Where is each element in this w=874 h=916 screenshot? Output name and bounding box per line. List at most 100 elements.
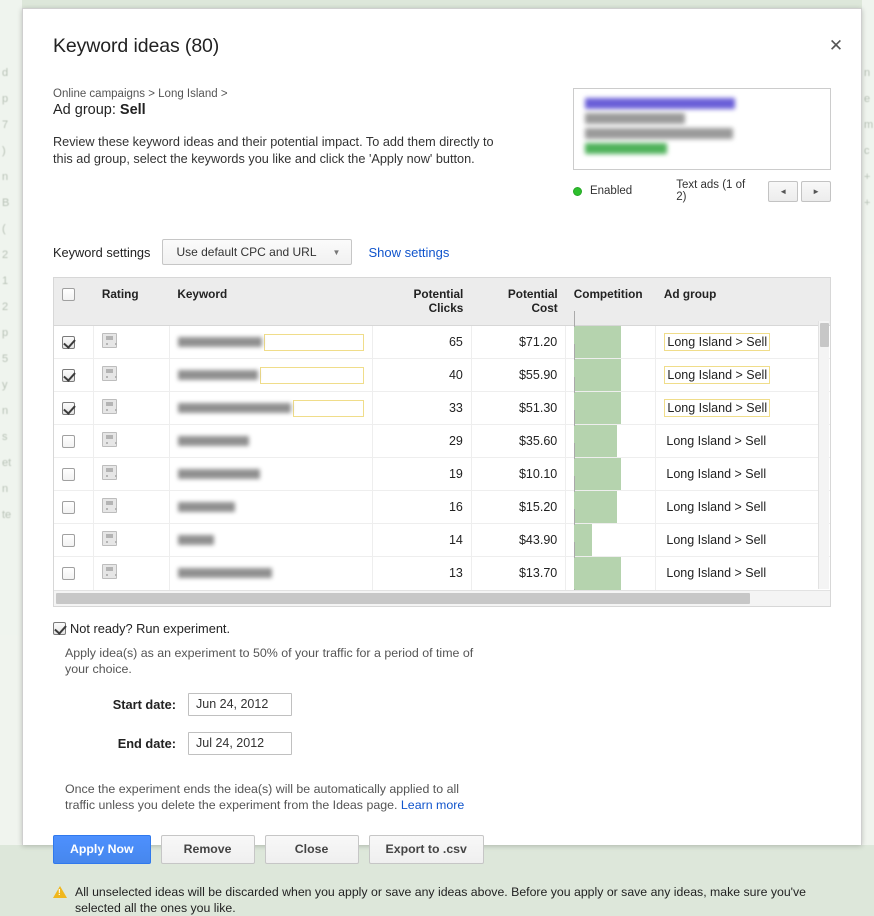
th-rating[interactable]: Rating <box>94 278 170 326</box>
rating-icon <box>102 399 117 414</box>
competition-bar-fill <box>574 359 621 391</box>
keyword-ideas-table: Rating Keyword Potential Clicks Potentia… <box>54 278 830 590</box>
keyword-text-redacted <box>178 535 214 545</box>
background-text-fragment: 5 <box>0 346 22 372</box>
close-icon[interactable]: ✕ <box>823 33 849 59</box>
row-select-cell <box>54 326 94 359</box>
row-keyword-cell[interactable] <box>169 326 372 359</box>
row-select-cell <box>54 524 94 557</box>
rating-icon <box>102 366 117 381</box>
row-rating-cell <box>94 524 170 557</box>
row-adgroup[interactable]: Long Island > Sell <box>656 557 830 590</box>
row-adgroup[interactable]: Long Island > Sell <box>656 326 830 359</box>
background-text-fragment: p <box>0 86 22 112</box>
ad-preview-box <box>573 88 831 170</box>
th-potential-cost[interactable]: Potential Cost <box>471 278 565 326</box>
th-competition[interactable]: Competition <box>566 278 656 326</box>
rating-icon <box>102 564 117 579</box>
th-potential-clicks[interactable]: Potential Clicks <box>373 278 472 326</box>
adgroup-value: Long Island > Sell <box>664 333 770 351</box>
competition-bar-fill <box>574 557 621 590</box>
competition-bar-fill <box>574 458 621 490</box>
keyword-edit-field[interactable] <box>260 367 364 384</box>
adgroup-value: Long Island > Sell <box>664 366 770 384</box>
row-potential-cost: $13.70 <box>471 557 565 590</box>
th-adgroup[interactable]: Ad group <box>656 278 830 326</box>
row-competition <box>566 491 656 524</box>
start-date-row: Start date: <box>53 693 831 716</box>
background-text-fragment: m <box>862 112 874 138</box>
row-keyword-cell[interactable] <box>169 392 372 425</box>
adgroup-prefix: Ad group: <box>53 102 116 118</box>
remove-button[interactable]: Remove <box>161 835 255 864</box>
keyword-edit-field[interactable] <box>264 334 364 351</box>
table-horizontal-scroll-thumb[interactable] <box>56 593 750 604</box>
ad-line1-redacted <box>585 113 685 124</box>
dialog-header-left: Online campaigns > Long Island > Ad grou… <box>53 88 523 168</box>
apply-now-button[interactable]: Apply Now <box>53 835 151 864</box>
background-text-fragment: ) <box>0 138 22 164</box>
table-row: 16$15.20Long Island > Sell <box>54 491 830 524</box>
ad-count-label: Text ads (1 of 2) <box>676 179 758 203</box>
export-csv-button[interactable]: Export to .csv <box>369 835 484 864</box>
background-text-fragment: 2 <box>0 242 22 268</box>
row-keyword-cell[interactable] <box>169 458 372 491</box>
row-adgroup[interactable]: Long Island > Sell <box>656 359 830 392</box>
learn-more-link[interactable]: Learn more <box>401 798 464 812</box>
keyword-edit-field[interactable] <box>293 400 364 417</box>
row-adgroup[interactable]: Long Island > Sell <box>656 425 830 458</box>
row-adgroup[interactable]: Long Island > Sell <box>656 524 830 557</box>
end-date-input[interactable] <box>188 732 292 755</box>
table-vertical-scrollbar[interactable] <box>818 321 829 589</box>
row-keyword-cell[interactable] <box>169 491 372 524</box>
cpc-url-dropdown[interactable]: Use default CPC and URL ▼ <box>162 239 352 265</box>
row-select-cell <box>54 458 94 491</box>
row-potential-cost: $35.60 <box>471 425 565 458</box>
row-potential-clicks: 14 <box>373 524 472 557</box>
row-checkbox[interactable] <box>62 402 75 415</box>
row-keyword-cell[interactable] <box>169 359 372 392</box>
breadcrumb: Online campaigns > Long Island > <box>53 88 523 100</box>
ad-displayurl-redacted <box>585 143 667 154</box>
close-button[interactable]: Close <box>265 835 359 864</box>
row-keyword-cell[interactable] <box>169 557 372 590</box>
row-adgroup[interactable]: Long Island > Sell <box>656 392 830 425</box>
keyword-ideas-table-wrap: Rating Keyword Potential Clicks Potentia… <box>53 277 831 607</box>
row-adgroup[interactable]: Long Island > Sell <box>656 458 830 491</box>
row-checkbox[interactable] <box>62 435 75 448</box>
background-text-fragment: ( <box>0 216 22 242</box>
row-select-cell <box>54 491 94 524</box>
row-select-cell <box>54 557 94 590</box>
row-checkbox[interactable] <box>62 468 75 481</box>
background-text-fragment: n <box>0 476 22 502</box>
row-keyword-cell[interactable] <box>169 524 372 557</box>
adgroup-value: Long Island > Sell <box>664 466 768 482</box>
row-select-cell <box>54 392 94 425</box>
table-vertical-scroll-thumb[interactable] <box>820 323 829 347</box>
start-date-input[interactable] <box>188 693 292 716</box>
background-text-fragment: B <box>0 190 22 216</box>
adgroup-name: Sell <box>120 102 146 118</box>
show-settings-link[interactable]: Show settings <box>368 245 449 260</box>
row-checkbox[interactable] <box>62 534 75 547</box>
row-checkbox[interactable] <box>62 567 75 580</box>
prev-ad-button[interactable]: ◄ <box>768 181 798 202</box>
row-keyword-cell[interactable] <box>169 425 372 458</box>
rating-icon <box>102 531 117 546</box>
competition-bar-fill <box>574 392 621 424</box>
row-competition <box>566 326 656 359</box>
row-checkbox[interactable] <box>62 501 75 514</box>
row-checkbox[interactable] <box>62 336 75 349</box>
th-keyword[interactable]: Keyword <box>169 278 372 326</box>
table-row: 65$71.20Long Island > Sell <box>54 326 830 359</box>
table-horizontal-scrollbar[interactable] <box>54 590 830 606</box>
row-checkbox[interactable] <box>62 369 75 382</box>
row-competition <box>566 557 656 590</box>
keyword-text-redacted <box>178 370 258 380</box>
adgroup-line: Ad group: Sell <box>53 102 523 118</box>
next-ad-button[interactable]: ► <box>801 181 831 202</box>
select-all-checkbox[interactable] <box>62 288 75 301</box>
run-experiment-checkbox[interactable] <box>53 622 66 635</box>
background-text-fragment: te <box>0 502 22 528</box>
row-adgroup[interactable]: Long Island > Sell <box>656 491 830 524</box>
